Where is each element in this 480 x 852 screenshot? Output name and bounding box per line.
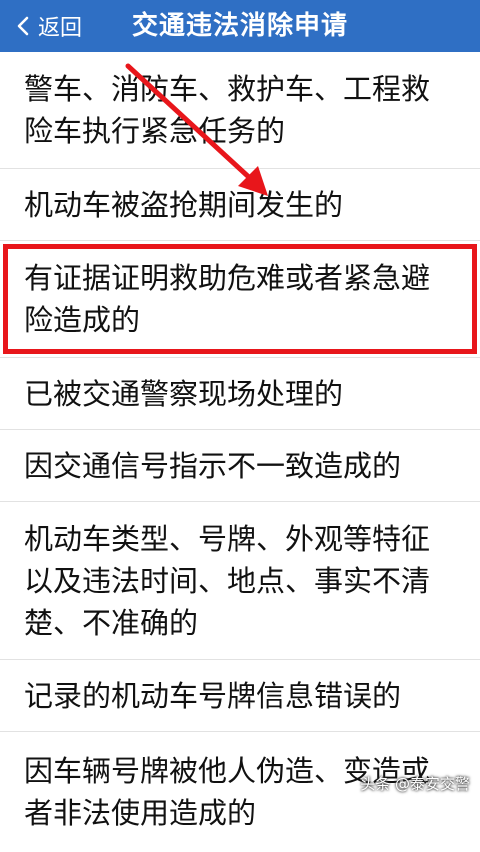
app-header: 返回 交通违法消除申请 [0, 0, 480, 52]
reason-list: 警车、消防车、救护车、工程救险车执行紧急任务的 机动车被盗抢期间发生的 有证据证… [0, 52, 480, 852]
list-item-unclear-facts[interactable]: 机动车类型、号牌、外观等特征以及违法时间、地点、事实不清楚、不准确的 [0, 502, 480, 660]
page-title: 交通违法消除申请 [131, 11, 348, 41]
list-item-emergency-vehicle[interactable]: 警车、消防车、救护车、工程救险车执行紧急任务的 [0, 52, 480, 169]
list-item-handled-on-site[interactable]: 已被交通警察现场处理的 [0, 358, 480, 430]
list-item-signal-inconsistent[interactable]: 因交通信号指示不一致造成的 [0, 430, 480, 502]
list-item-stolen-vehicle[interactable]: 机动车被盗抢期间发生的 [0, 169, 480, 241]
list-item-plate-error[interactable]: 记录的机动车号牌信息错误的 [0, 660, 480, 732]
list-item-label: 记录的机动车号牌信息错误的 [24, 678, 402, 713]
list-item-label: 已被交通警察现场处理的 [24, 376, 344, 411]
list-item-label: 机动车被盗抢期间发生的 [24, 187, 344, 222]
list-item-label: 机动车类型、号牌、外观等特征以及违法时间、地点、事实不清楚、不准确的 [24, 521, 431, 640]
list-item-label: 有证据证明救助危难或者紧急避险造成的 [24, 261, 431, 337]
watermark: 头条 @泰安交警 [360, 775, 470, 793]
list-item-label: 因交通信号指示不一致造成的 [24, 448, 402, 483]
list-item-emergency-avoidance[interactable]: 有证据证明救助危难或者紧急避险造成的 [0, 241, 480, 358]
list-item-label: 警车、消防车、救护车、工程救险车执行紧急任务的 [24, 72, 431, 148]
